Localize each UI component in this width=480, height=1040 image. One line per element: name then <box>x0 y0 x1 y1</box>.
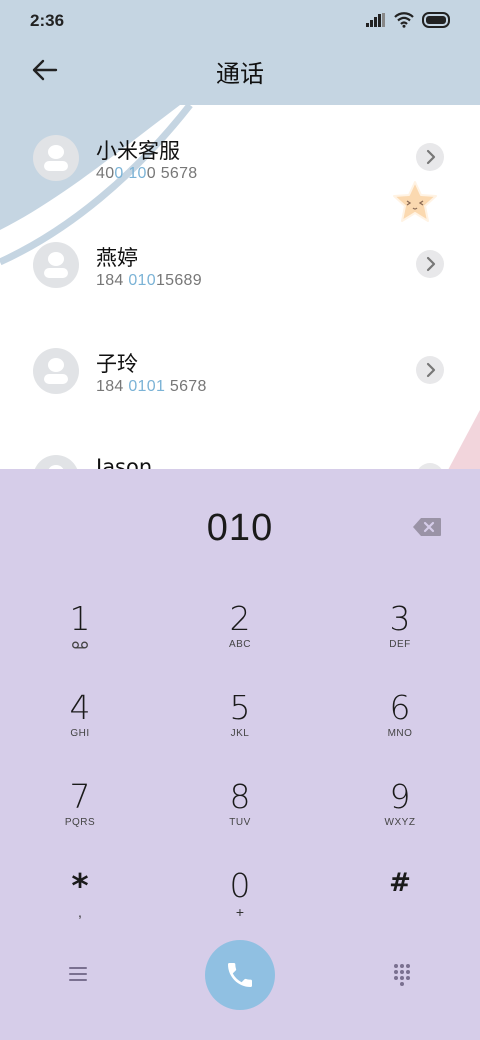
dialpad-toggle-button[interactable] <box>390 962 414 986</box>
contact-number: 184 0101 5678 <box>96 378 207 395</box>
key-symbol: , <box>78 904 82 920</box>
battery-icon <box>422 12 450 28</box>
key-digit: 7 <box>69 777 91 816</box>
key-digit: 2 <box>229 599 251 638</box>
contact-detail-button[interactable] <box>416 356 444 384</box>
wifi-icon <box>394 12 414 28</box>
key-digit: 6 <box>389 688 411 727</box>
keypad-icon <box>394 964 410 986</box>
key-digit: 8 <box>229 777 251 816</box>
dial-number-input[interactable]: 010 <box>0 507 480 550</box>
chevron-right-icon <box>426 256 436 272</box>
contact-detail-button[interactable] <box>416 250 444 278</box>
key-digit: 1 <box>69 599 91 638</box>
star-sticker-icon <box>393 181 437 222</box>
key-2[interactable]: 2 ABC <box>180 595 300 675</box>
key-3[interactable]: 3 DEF <box>340 595 460 675</box>
key-9[interactable]: 9 WXYZ <box>340 773 460 853</box>
contact-row[interactable]: 子玲 184 0101 5678 <box>0 348 480 418</box>
key-digit: 9 <box>389 777 411 816</box>
avatar <box>33 348 79 394</box>
key-symbol: + <box>235 904 245 920</box>
menu-button[interactable] <box>66 964 90 984</box>
key-digit: * <box>71 866 89 905</box>
signal-icon <box>366 13 385 27</box>
key-hash[interactable]: # <box>340 862 460 942</box>
key-digit: 0 <box>229 866 251 905</box>
key-digit: 5 <box>229 688 251 727</box>
key-letters: ABC <box>228 639 252 650</box>
key-letters: GHI <box>70 728 90 739</box>
key-star[interactable]: * , <box>20 862 140 942</box>
contact-name: 子玲 <box>96 352 138 376</box>
key-0[interactable]: 0 + <box>180 862 300 942</box>
backspace-icon <box>413 518 441 536</box>
key-letters: MNO <box>387 728 413 739</box>
key-7[interactable]: 7 PQRS <box>20 773 140 853</box>
page-title: 通话 <box>216 60 264 88</box>
key-6[interactable]: 6 MNO <box>340 684 460 764</box>
delete-button[interactable] <box>412 517 442 537</box>
contact-name: 小米客服 <box>96 139 180 163</box>
key-letters: TUV <box>229 817 251 828</box>
chevron-right-icon <box>426 149 436 165</box>
chevron-right-icon <box>426 362 436 378</box>
avatar <box>33 135 79 181</box>
voicemail-icon <box>72 641 88 649</box>
key-5[interactable]: 5 JKL <box>180 684 300 764</box>
key-letters: PQRS <box>64 817 96 828</box>
contact-number: 400 100 5678 <box>96 165 198 182</box>
app-header: 通话 <box>0 42 480 102</box>
key-4[interactable]: 4 GHI <box>20 684 140 764</box>
key-letters: WXYZ <box>384 817 416 828</box>
dialpad: 010 1 2 ABC 3 DEF 4 GHI 5 JKL 6 MNO 7 PQ… <box>0 469 480 1040</box>
key-letters: DEF <box>389 639 411 650</box>
phone-icon <box>228 963 252 987</box>
status-bar: 2:36 <box>0 0 480 42</box>
key-8[interactable]: 8 TUV <box>180 773 300 853</box>
contact-name: 燕婷 <box>96 246 138 270</box>
key-digit: 3 <box>389 599 411 638</box>
menu-icon <box>69 967 87 981</box>
status-time: 2:36 <box>30 11 65 30</box>
contact-number: 184 01015689 <box>96 272 202 289</box>
key-1[interactable]: 1 <box>20 595 140 675</box>
contact-row[interactable]: 燕婷 184 01015689 <box>0 242 480 312</box>
avatar <box>33 242 79 288</box>
key-letters: JKL <box>230 728 250 739</box>
key-digit: 4 <box>69 688 91 727</box>
contact-detail-button[interactable] <box>416 143 444 171</box>
call-button[interactable] <box>205 940 275 1010</box>
key-digit: # <box>389 868 411 898</box>
